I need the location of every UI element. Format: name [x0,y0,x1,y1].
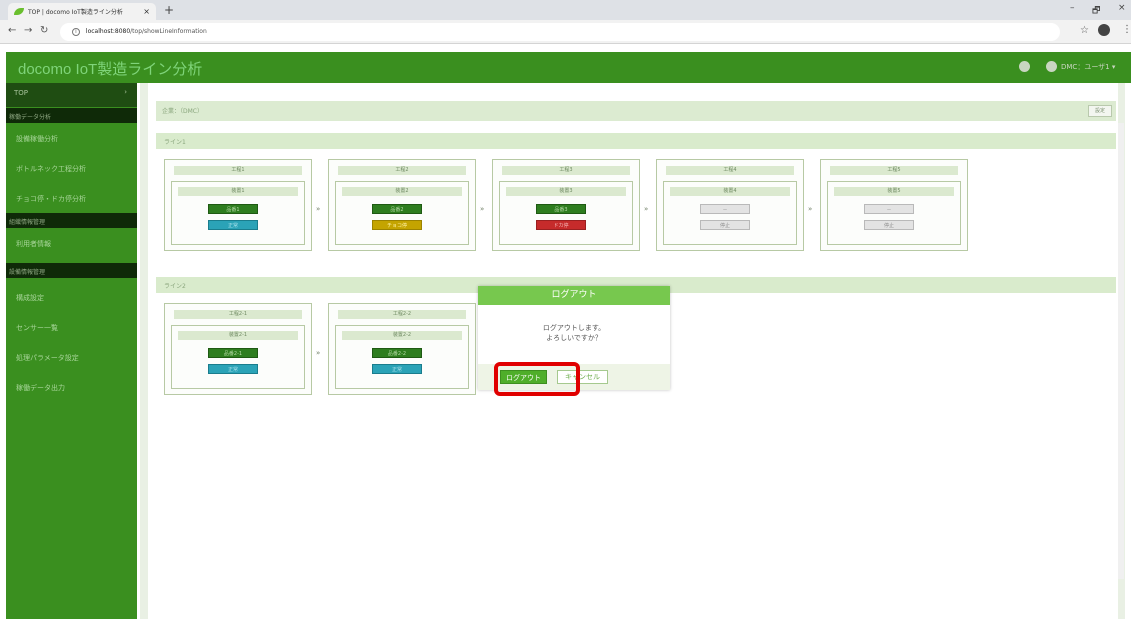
equipment-title[interactable]: 装置2 [342,187,462,196]
part-number-chip[interactable]: － [700,204,750,214]
sidebar: TOP › 稼働データ分析 設備稼働分析 ボトルネック工程分析 チョコ停・ドカ停… [6,83,137,619]
minimize-button[interactable]: – [1070,3,1075,13]
info-icon[interactable]: i [72,28,80,36]
part-number-chip[interactable]: － [864,204,914,214]
equipment-title[interactable]: 装置3 [506,187,626,196]
new-tab-button[interactable]: + [164,3,174,17]
company-bar: 企業：（DMC） [156,101,1116,121]
user-menu[interactable]: DMC：ユーザ1 ▾ [1046,61,1115,72]
forward-arrow-icon[interactable]: → [24,25,32,36]
menu-kebab-icon[interactable]: ⋮ [1122,24,1131,35]
equipment-box: 装置5 － 停止 [827,181,961,245]
process-box: 工程2 装置2 品番2 チョコ停 [328,159,476,251]
sidebar-item-bottleneck-analysis[interactable]: ボトルネック工程分析 [6,153,137,183]
equipment-title[interactable]: 装置2-2 [342,331,462,340]
process-title[interactable]: 工程2 [338,166,466,175]
process-box: 工程2-1 装置2-1 品番2-1 正常 [164,303,312,395]
part-number-chip[interactable]: 品番2 [372,204,422,214]
process-box: 工程5 装置5 － 停止 [820,159,968,251]
status-chip: 正常 [208,220,258,230]
bookmark-star-icon[interactable]: ☆ [1080,25,1089,36]
flow-arrow-icon: » [808,205,813,213]
close-window-button[interactable]: × [1118,3,1126,13]
process-title[interactable]: 工程3 [502,166,630,175]
tab-title: TOP | docomo IoT製造ライン分析 [28,9,123,16]
line-header[interactable]: ライン1 [156,133,1116,149]
process-title[interactable]: 工程4 [666,166,794,175]
part-number-chip[interactable]: 品番3 [536,204,586,214]
url-host: localhost:8080 [85,28,131,35]
dialog-title: ログアウト [478,286,670,305]
maximize-button[interactable]: 🗗 [1092,3,1100,19]
user-label: DMC：ユーザ1 ▾ [1061,62,1116,71]
equipment-title[interactable]: 装置4 [670,187,790,196]
tab-close-icon[interactable]: × [143,7,150,16]
dialog-message-line: よろしいですか？ [546,334,602,342]
process-box: 工程2-2 装置2-2 品番2-2 正常 [328,303,476,395]
equipment-box: 装置4 － 停止 [663,181,797,245]
chevron-right-icon: › [124,88,127,96]
site-favicon-icon [14,8,24,15]
app-root: docomo IoT製造ライン分析 DMC：ユーザ1 ▾ TOP › 稼働データ… [0,45,1131,619]
flow-arrow-icon: » [316,349,321,357]
status-chip: チョコ停 [372,220,422,230]
app-header: docomo IoT製造ライン分析 DMC：ユーザ1 ▾ [6,52,1131,83]
flow-arrow-icon: » [316,205,321,213]
status-chip: 正常 [208,364,258,374]
sidebar-item-user-info[interactable]: 利用者情報 [6,228,137,258]
equipment-box: 装置2-1 品番2-1 正常 [171,325,305,389]
part-number-chip[interactable]: 品番2-2 [372,348,422,358]
equipment-box: 装置2-2 品番2-2 正常 [335,325,469,389]
reload-icon[interactable]: ↻ [40,25,48,36]
browser-tab-bar: TOP | docomo IoT製造ライン分析 × + – 🗗 × [0,0,1131,20]
process-box: 工程4 装置4 － 停止 [656,159,804,251]
process-title[interactable]: 工程2-1 [174,310,302,319]
equipment-box: 装置1 品番1 正常 [171,181,305,245]
user-icon [1046,61,1057,72]
back-arrow-icon[interactable]: ← [8,25,16,36]
flow-arrow-icon: » [480,205,485,213]
sidebar-item-parameters[interactable]: 処理パラメータ設定 [6,342,137,372]
sidebar-top-label: TOP [14,89,29,97]
status-chip: 正常 [372,364,422,374]
sidebar-item-top[interactable]: TOP › [6,83,137,107]
process-title[interactable]: 工程2-2 [338,310,466,319]
sidebar-section-header: 稼働データ分析 [6,108,137,123]
sidebar-section-header: 設備情報管理 [6,263,137,278]
sidebar-item-stoppage-analysis[interactable]: チョコ停・ドカ停分析 [6,183,137,213]
setting-button[interactable]: 設定 [1088,105,1112,117]
app-title: docomo IoT製造ライン分析 [18,61,203,78]
sidebar-item-configuration[interactable]: 構成設定 [6,282,137,312]
equipment-title[interactable]: 装置5 [834,187,954,196]
status-chip: 停止 [700,220,750,230]
url-path: /top/showLineInformation [130,28,207,35]
flow-arrow-icon: » [644,205,649,213]
profile-icon[interactable] [1098,24,1110,36]
equipment-title[interactable]: 装置1 [178,187,298,196]
dialog-message: ログアウトします。 よろしいですか？ [478,305,670,353]
sidebar-item-sensor-list[interactable]: センサー一覧 [6,312,137,342]
equipment-title[interactable]: 装置2-1 [178,331,298,340]
sidebar-item-equipment-analysis[interactable]: 設備稼働分析 [6,123,137,153]
part-number-chip[interactable]: 品番2-1 [208,348,258,358]
sidebar-item-data-export[interactable]: 稼働データ出力 [6,372,137,402]
status-chip: ドカ停 [536,220,586,230]
browser-tab[interactable]: TOP | docomo IoT製造ライン分析 × [8,3,156,20]
status-chip: 停止 [864,220,914,230]
scrollbar[interactable] [1118,123,1124,579]
process-title[interactable]: 工程1 [174,166,302,175]
process-box: 工程3 装置3 品番3 ドカ停 [492,159,640,251]
equipment-box: 装置2 品番2 チョコ停 [335,181,469,245]
process-box: 工程1 装置1 品番1 正常 [164,159,312,251]
dialog-message-line: ログアウトします。 [542,324,606,332]
highlight-annotation [494,362,580,396]
help-icon[interactable] [1019,61,1030,72]
process-title[interactable]: 工程5 [830,166,958,175]
url-field[interactable]: i localhost:8080/top/showLineInformation [60,23,1060,41]
sidebar-section-header: 組織情報管理 [6,213,137,228]
equipment-box: 装置3 品番3 ドカ停 [499,181,633,245]
part-number-chip[interactable]: 品番1 [208,204,258,214]
address-bar-row: ← → ↻ i localhost:8080/top/showLineInfor… [0,20,1131,44]
